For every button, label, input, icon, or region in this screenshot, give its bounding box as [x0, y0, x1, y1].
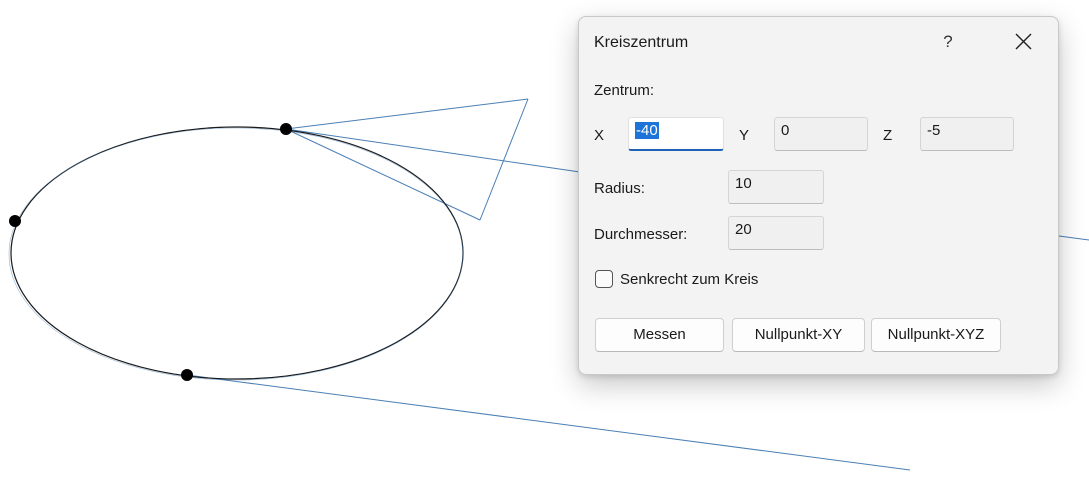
center-label: Zentrum:: [594, 82, 655, 99]
zero-xy-button[interactable]: Nullpunkt-XY: [732, 318, 865, 352]
z-input-value: -5: [927, 122, 941, 139]
y-input-value: 0: [781, 122, 790, 139]
construction-line: [285, 128, 481, 221]
control-point[interactable]: [9, 215, 21, 227]
y-input[interactable]: 0: [774, 117, 868, 151]
y-label: Y: [739, 127, 750, 144]
help-button[interactable]: ?: [931, 27, 965, 57]
close-icon: [1015, 33, 1031, 50]
z-input[interactable]: -5: [920, 117, 1014, 151]
construction-line: [285, 128, 581, 173]
dialog-title: Kreiszentrum: [594, 34, 689, 51]
perpendicular-label[interactable]: Senkrecht zum Kreis: [620, 271, 758, 288]
control-point[interactable]: [280, 123, 292, 135]
x-label: X: [594, 127, 605, 144]
diameter-input-value: 20: [735, 221, 752, 238]
x-input-value: -40: [635, 122, 659, 139]
construction-line: [186, 374, 911, 471]
radius-input[interactable]: 10: [728, 170, 824, 204]
zero-xyz-button[interactable]: Nullpunkt-XYZ: [871, 318, 1001, 352]
control-point[interactable]: [181, 369, 193, 381]
construction-line: [1058, 235, 1089, 241]
x-input[interactable]: -40: [628, 117, 724, 151]
construction-line: [285, 98, 529, 130]
z-label: Z: [883, 127, 893, 144]
circle-curve[interactable]: [10, 126, 464, 380]
close-button[interactable]: [1005, 26, 1041, 58]
diameter-input[interactable]: 20: [728, 216, 824, 250]
measure-button[interactable]: Messen: [595, 318, 724, 352]
circle-center-dialog: Kreiszentrum ? Zentrum: X -40 Y 0 Z -5 R…: [578, 16, 1059, 375]
perpendicular-checkbox[interactable]: [595, 270, 613, 288]
construction-line: [479, 98, 529, 221]
radius-input-value: 10: [735, 175, 752, 192]
diameter-label: Durchmesser:: [594, 226, 688, 243]
radius-label: Radius:: [594, 180, 645, 197]
